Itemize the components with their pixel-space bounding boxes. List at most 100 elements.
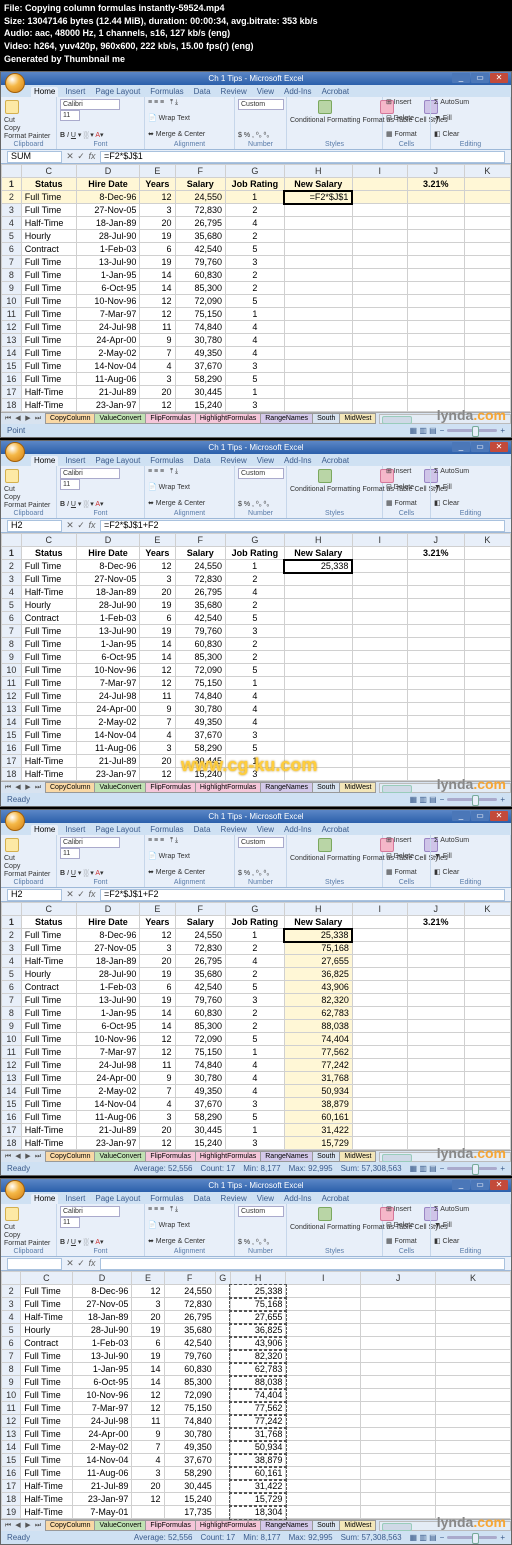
cell-G10[interactable]: 5: [226, 1033, 285, 1046]
insert-cell[interactable]: ⊞ Insert: [386, 837, 427, 844]
cell-C4[interactable]: Half-Time: [21, 586, 76, 599]
close-button[interactable]: ✕: [490, 1180, 508, 1190]
cell-G8[interactable]: 2: [226, 1007, 285, 1020]
cell-E11[interactable]: 12: [132, 1402, 164, 1415]
cell-K8[interactable]: [436, 1363, 511, 1376]
cell-I3[interactable]: [352, 942, 407, 955]
cell-F2[interactable]: 24,550: [175, 191, 226, 204]
cell-E15[interactable]: 4: [140, 729, 175, 742]
cell-I16[interactable]: [352, 1111, 407, 1124]
cell-I2[interactable]: [352, 929, 407, 942]
tab-nav-next[interactable]: ▶: [23, 1522, 33, 1529]
col-header-F[interactable]: F: [175, 903, 226, 916]
name-box[interactable]: H2: [7, 889, 62, 901]
cell-D18[interactable]: 23-Jan-97: [76, 768, 140, 781]
fx-icon[interactable]: fx: [87, 152, 97, 161]
cell-D13[interactable]: 24-Apr-00: [76, 703, 140, 716]
row-header-4[interactable]: 4: [2, 955, 22, 968]
sheet-tab-ValueConvert[interactable]: ValueConvert: [94, 1151, 146, 1162]
cell-C6[interactable]: Contract: [21, 981, 76, 994]
cell-J19[interactable]: [361, 1506, 436, 1519]
cond-format-icon[interactable]: [318, 1207, 332, 1221]
cell-D6[interactable]: 1-Feb-03: [76, 981, 140, 994]
sheet-tab-ValueConvert[interactable]: ValueConvert: [94, 1520, 146, 1531]
cell-E5[interactable]: 19: [140, 968, 175, 981]
cell-K14[interactable]: [436, 1441, 511, 1454]
row-header-7[interactable]: 7: [2, 1350, 21, 1363]
clear[interactable]: ◧ Clear: [434, 1238, 507, 1245]
wrap-text[interactable]: 📄 Wrap Text: [148, 853, 231, 860]
col-header-C[interactable]: C: [21, 1272, 72, 1285]
cell-E4[interactable]: 20: [132, 1311, 164, 1324]
cell-F3[interactable]: 72,830: [175, 204, 226, 217]
cell-E17[interactable]: 20: [140, 386, 175, 399]
cell-D12[interactable]: 24-Jul-98: [76, 690, 140, 703]
cell-C5[interactable]: Hourly: [21, 599, 76, 612]
cell-K12[interactable]: [464, 1059, 510, 1072]
row-header-9[interactable]: 9: [2, 1020, 22, 1033]
cell-J15[interactable]: [407, 729, 464, 742]
cell-K10[interactable]: [464, 1033, 510, 1046]
col-header-G[interactable]: G: [226, 903, 285, 916]
zoom-control[interactable]: ▦ ▥ ▤ −+: [410, 427, 505, 435]
cell-D13[interactable]: 24-Apr-00: [76, 1072, 140, 1085]
col-header-I[interactable]: I: [352, 903, 407, 916]
tab-data[interactable]: Data: [191, 87, 214, 97]
row-header-15[interactable]: 15: [2, 729, 22, 742]
row-header-9[interactable]: 9: [2, 282, 22, 295]
cell-D17[interactable]: 21-Jul-89: [76, 755, 140, 768]
cell-J12[interactable]: [407, 321, 464, 334]
cell-D7[interactable]: 13-Jul-90: [76, 625, 140, 638]
cell-H7[interactable]: 82,320: [284, 994, 352, 1007]
row-header-13[interactable]: 13: [2, 1072, 22, 1085]
tab-view[interactable]: View: [254, 825, 277, 835]
cell-G16[interactable]: 5: [226, 742, 285, 755]
cell-G10[interactable]: 5: [226, 295, 285, 308]
cell-H16[interactable]: 60,161: [284, 1111, 352, 1124]
row-header-6[interactable]: 6: [2, 243, 22, 256]
cell-F16[interactable]: 58,290: [175, 1111, 226, 1124]
cell-G10[interactable]: 5: [226, 664, 285, 677]
cell-E15[interactable]: 4: [140, 360, 175, 373]
cell-K9[interactable]: [464, 651, 510, 664]
clear[interactable]: ◧ Clear: [434, 131, 507, 138]
cell-G5[interactable]: 2: [226, 599, 285, 612]
cell-H9[interactable]: [284, 651, 352, 664]
cell-G11[interactable]: [215, 1402, 230, 1415]
delete-cell[interactable]: ⊟ Delete: [386, 1222, 427, 1229]
cell-K13[interactable]: [436, 1428, 511, 1441]
cell-F8[interactable]: 60,830: [175, 1007, 226, 1020]
paste-icon[interactable]: [5, 469, 19, 483]
row-header-5[interactable]: 5: [2, 1324, 21, 1337]
sheet-tab-FlipFormulas[interactable]: FlipFormulas: [145, 413, 195, 424]
cell-F6[interactable]: 42,540: [164, 1337, 215, 1350]
cell-D18[interactable]: 23-Jan-97: [76, 399, 140, 412]
cell-J8[interactable]: [407, 638, 464, 651]
cell-J8[interactable]: [361, 1363, 436, 1376]
row-header-12[interactable]: 12: [2, 1415, 21, 1428]
cell-I6[interactable]: [352, 612, 407, 625]
cell-H7[interactable]: [284, 256, 352, 269]
sheet-tab-HighlightFormulas[interactable]: HighlightFormulas: [195, 1520, 261, 1531]
cell-K6[interactable]: [464, 243, 510, 256]
cell-I7[interactable]: [352, 256, 407, 269]
cell-D3[interactable]: 27-Nov-05: [72, 1298, 132, 1311]
cell-D6[interactable]: 1-Feb-03: [72, 1337, 132, 1350]
cell-D2[interactable]: 8-Dec-96: [76, 560, 140, 573]
col-header-J[interactable]: J: [361, 1272, 436, 1285]
cell-F7[interactable]: 79,760: [175, 625, 226, 638]
cell-D5[interactable]: 28-Jul-90: [76, 968, 140, 981]
cell-H17[interactable]: [284, 755, 352, 768]
cell-I13[interactable]: [352, 1072, 407, 1085]
cell-G1[interactable]: Job Rating: [226, 178, 285, 191]
cut-label[interactable]: Cut: [4, 117, 53, 124]
cell-D1[interactable]: Hire Date: [76, 547, 140, 560]
cell-F1[interactable]: Salary: [175, 916, 226, 929]
cell-I16[interactable]: [352, 742, 407, 755]
cell-D14[interactable]: 2-May-02: [76, 347, 140, 360]
cell-G14[interactable]: [215, 1441, 230, 1454]
cell-H12[interactable]: [284, 690, 352, 703]
cell-G12[interactable]: 4: [226, 321, 285, 334]
cell-J16[interactable]: [361, 1467, 436, 1480]
cell-J6[interactable]: [361, 1337, 436, 1350]
